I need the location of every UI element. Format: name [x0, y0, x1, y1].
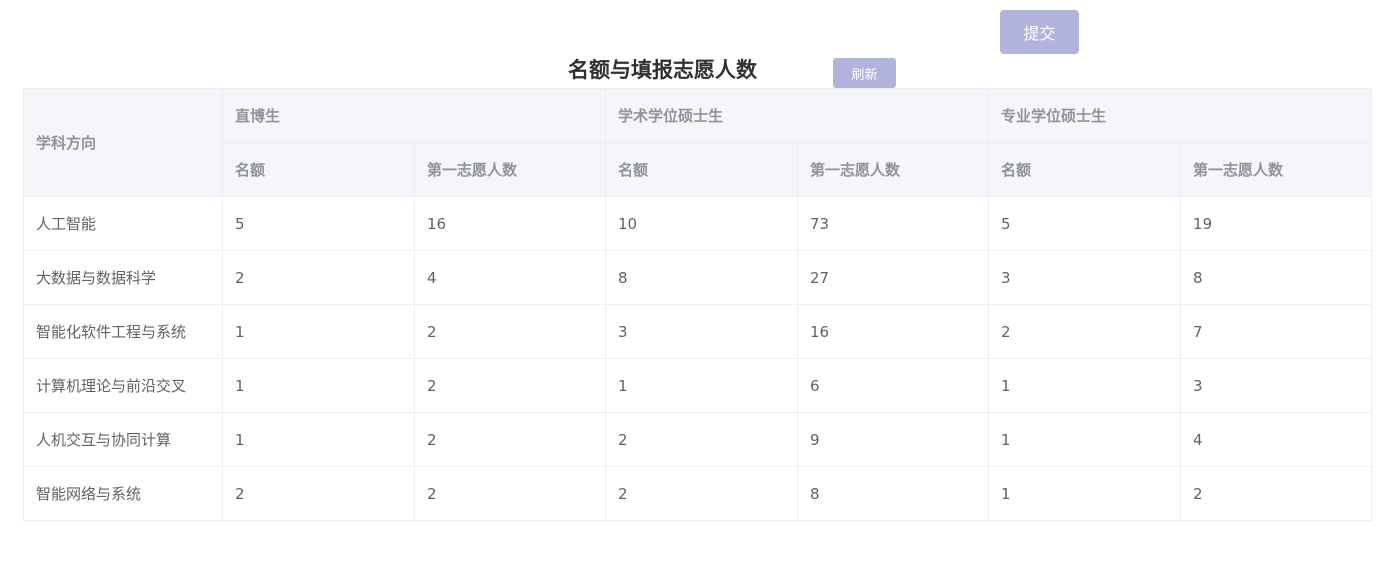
cell-academic-master-quota: 2	[605, 466, 799, 521]
cell-subject: 人工智能	[23, 196, 223, 251]
table-row: 智能化软件工程与系统 1 2 3 16 2 7	[23, 304, 1373, 359]
cell-subject: 人机交互与协同计算	[23, 412, 223, 467]
cell-subject: 计算机理论与前沿交叉	[23, 358, 223, 413]
column-header-quota: 名额	[605, 142, 799, 197]
table-row: 计算机理论与前沿交叉 1 2 1 6 1 3	[23, 358, 1373, 413]
cell-subject: 大数据与数据科学	[23, 250, 223, 305]
table-row: 人机交互与协同计算 1 2 2 9 1 4	[23, 412, 1373, 467]
submit-button[interactable]: 提交	[1000, 10, 1079, 54]
column-header-subject: 学科方向	[23, 88, 223, 197]
cell-professional-master-applicants: 3	[1180, 358, 1373, 413]
cell-academic-master-quota: 10	[605, 196, 799, 251]
column-group-direct-phd: 直博生	[221, 88, 607, 143]
header-row-groups: 学科方向 直博生 学术学位硕士生 专业学位硕士生	[23, 88, 1373, 197]
cell-direct-phd-quota: 2	[222, 466, 415, 521]
table-body: 人工智能 5 16 10 73 5 19 大数据与数据科学 2 4 8 27 3…	[23, 196, 1373, 521]
column-header-applicants: 第一志愿人数	[1180, 142, 1373, 197]
column-group-professional-master: 专业学位硕士生	[988, 88, 1373, 143]
column-header-quota: 名额	[988, 142, 1182, 197]
table-row: 智能网络与系统 2 2 2 8 1 2	[23, 466, 1373, 521]
cell-academic-master-quota: 8	[605, 250, 799, 305]
cell-professional-master-quota: 5	[988, 196, 1182, 251]
column-header-quota: 名额	[222, 142, 415, 197]
column-header-applicants: 第一志愿人数	[797, 142, 990, 197]
cell-professional-master-applicants: 19	[1180, 196, 1373, 251]
header-row-columns: 名额 第一志愿人数 名额 第一志愿人数 名额 第一志愿人数	[24, 142, 1373, 197]
cell-professional-master-quota: 1	[988, 358, 1182, 413]
cell-direct-phd-applicants: 2	[413, 412, 607, 467]
cell-professional-master-quota: 1	[988, 412, 1182, 467]
table-row: 大数据与数据科学 2 4 8 27 3 8	[23, 250, 1373, 305]
cell-academic-master-quota: 1	[605, 358, 799, 413]
cell-professional-master-applicants: 8	[1180, 250, 1373, 305]
cell-professional-master-applicants: 4	[1180, 412, 1373, 467]
cell-professional-master-quota: 3	[988, 250, 1182, 305]
cell-academic-master-applicants: 16	[797, 304, 990, 359]
quota-table: 学科方向 直博生 学术学位硕士生 专业学位硕士生 名额 第一志愿人数 名额 第一…	[23, 88, 1373, 521]
cell-academic-master-quota: 3	[605, 304, 799, 359]
cell-direct-phd-applicants: 2	[413, 466, 607, 521]
cell-direct-phd-applicants: 4	[413, 250, 607, 305]
page-title: 名额与填报志愿人数	[568, 58, 757, 82]
cell-direct-phd-applicants: 2	[413, 358, 607, 413]
column-group-academic-master: 学术学位硕士生	[605, 88, 990, 143]
cell-direct-phd-quota: 2	[222, 250, 415, 305]
refresh-button[interactable]: 刷新	[833, 58, 896, 88]
cell-academic-master-applicants: 8	[797, 466, 990, 521]
cell-academic-master-applicants: 6	[797, 358, 990, 413]
cell-direct-phd-applicants: 2	[413, 304, 607, 359]
cell-direct-phd-quota: 1	[222, 304, 415, 359]
cell-academic-master-quota: 2	[605, 412, 799, 467]
cell-direct-phd-quota: 1	[222, 412, 415, 467]
table-header: 学科方向 直博生 学术学位硕士生 专业学位硕士生 名额 第一志愿人数 名额 第一…	[23, 88, 1373, 197]
cell-direct-phd-applicants: 16	[413, 196, 607, 251]
cell-direct-phd-quota: 5	[222, 196, 415, 251]
cell-academic-master-applicants: 9	[797, 412, 990, 467]
cell-subject: 智能化软件工程与系统	[23, 304, 223, 359]
table-row: 人工智能 5 16 10 73 5 19	[23, 196, 1373, 251]
cell-professional-master-quota: 1	[988, 466, 1182, 521]
cell-professional-master-applicants: 7	[1180, 304, 1373, 359]
cell-professional-master-applicants: 2	[1180, 466, 1373, 521]
column-header-applicants: 第一志愿人数	[413, 142, 607, 197]
cell-academic-master-applicants: 27	[797, 250, 990, 305]
cell-academic-master-applicants: 73	[797, 196, 990, 251]
page: 提交 名额与填报志愿人数 刷新 学科方向 直博生 学术学位硕士生 专业学位硕士生…	[0, 0, 1377, 570]
cell-subject: 智能网络与系统	[23, 466, 223, 521]
cell-direct-phd-quota: 1	[222, 358, 415, 413]
cell-professional-master-quota: 2	[988, 304, 1182, 359]
